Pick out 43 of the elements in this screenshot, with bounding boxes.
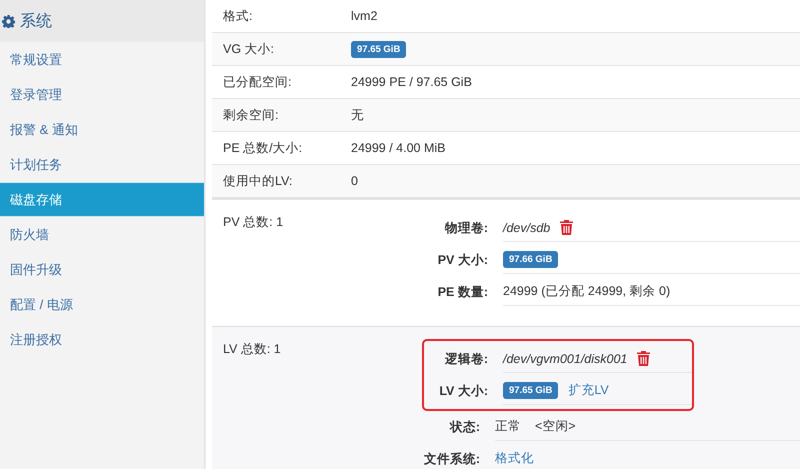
size-badge: 97.65 GiB [351, 40, 406, 58]
value-text: 0 [351, 174, 358, 188]
sidebar-title: 系统 [20, 12, 52, 32]
value-text: 24999 (已分配 24999, 剩余 0) [503, 283, 670, 300]
value-text: 无 [351, 106, 364, 124]
status-note: <空闲> [535, 418, 576, 435]
sidebar-item[interactable]: 磁盘存储 [0, 182, 204, 217]
sidebar-item[interactable]: 配置 / 电源 [0, 287, 204, 322]
gear-icon [2, 14, 15, 28]
sidebar-item[interactable]: 登录管理 [0, 77, 204, 112]
section-heading: PV 总数: 1 [222, 214, 284, 231]
property-label: 已分配空间: [223, 74, 292, 90]
field-label: 文件系统: [422, 450, 481, 468]
expand-lv-link[interactable]: 扩充LV [568, 382, 609, 399]
property-label: VG 大小: [223, 40, 276, 58]
section-heading: LV 总数: 1 [222, 341, 282, 358]
size-badge: 97.65 GiB [503, 382, 558, 399]
field-label: 物理卷: [444, 220, 489, 236]
field-label: 状态: [448, 418, 481, 436]
device-path: /dev/vgvm001/disk001 [503, 352, 628, 366]
trash-icon[interactable] [637, 351, 650, 366]
property-label: 剩余空间: [223, 106, 280, 124]
format-link[interactable]: 格式化 [495, 450, 534, 467]
sidebar-item[interactable]: 常规设置 [0, 42, 204, 77]
sidebar-item[interactable]: 计划任务 [0, 147, 204, 182]
property-label: 使用中的LV: [223, 172, 294, 190]
sidebar-item[interactable]: 报警 & 通知 [0, 112, 204, 147]
sidebar-item[interactable]: 防火墙 [0, 217, 204, 252]
field-label: LV 大小: [438, 382, 489, 400]
value-text: lvm2 [351, 9, 378, 23]
value-text: 24999 / 4.00 MiB [351, 141, 446, 155]
field-label: 逻辑卷: [444, 350, 489, 368]
trash-icon[interactable] [560, 220, 574, 235]
property-label: PE 总数/大小: [223, 140, 304, 156]
sidebar-item[interactable]: 固件升级 [0, 252, 204, 287]
field-label: PV 大小: [436, 252, 489, 268]
sidebar-item[interactable]: 注册授权 [0, 322, 204, 357]
size-badge: 97.66 GiB [503, 251, 558, 268]
property-label: 格式: [223, 8, 254, 24]
field-label: PE 数量: [436, 284, 489, 300]
status-text: 正常 [495, 418, 521, 435]
device-path: /dev/sdb [503, 220, 550, 234]
value-text: 24999 PE / 97.65 GiB [351, 75, 472, 89]
